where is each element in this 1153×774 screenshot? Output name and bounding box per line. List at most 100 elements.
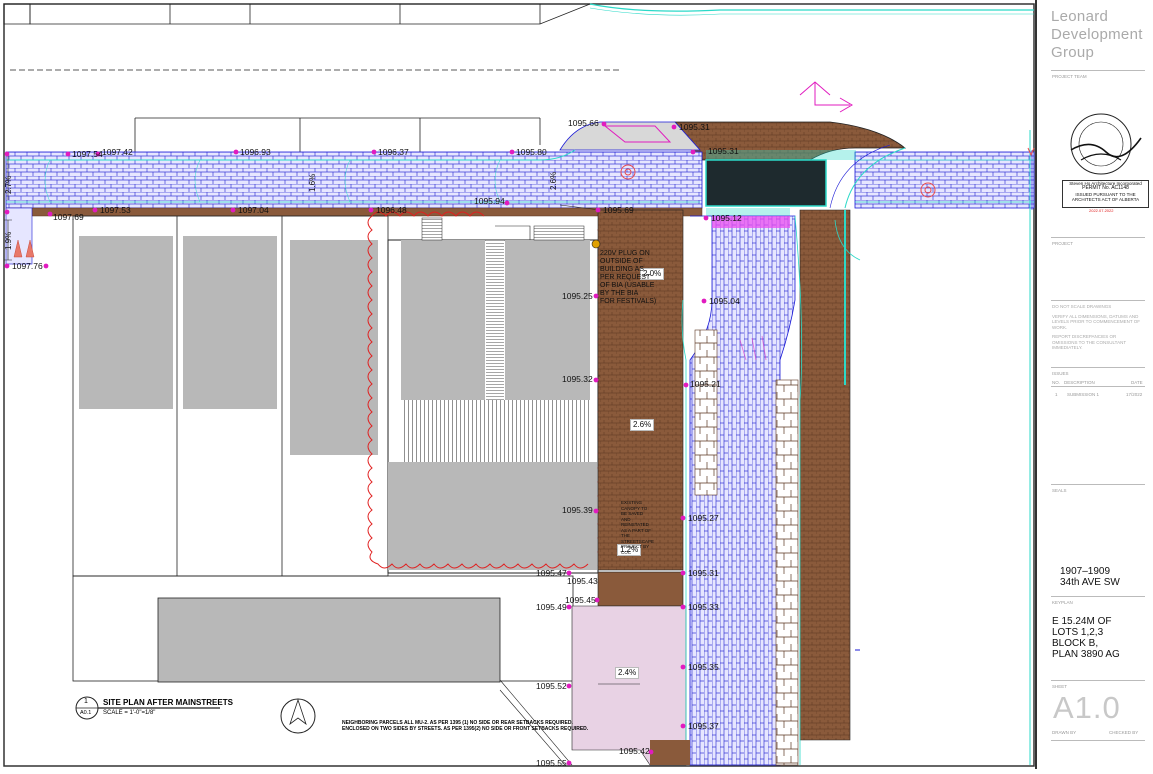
firm-name: Leonard Development Group: [1051, 8, 1143, 61]
elevation-label: 1096.37: [378, 147, 409, 157]
slope-label: 1.6%: [308, 173, 317, 192]
plug-note-line: BY THE BIA: [600, 290, 639, 297]
elevation-label: 1096.48: [376, 205, 407, 215]
project-label: PROJECT: [1052, 241, 1074, 246]
elevation-label: 1095.80: [516, 147, 547, 157]
elevation-label: 1095.31: [688, 568, 719, 578]
sheet-number: A1.0: [1053, 690, 1121, 725]
keyplan-label: KEYPLAN: [1052, 600, 1073, 605]
issues-col-desc: DESCRIPTION: [1064, 380, 1095, 385]
checked-by-label: CHECKED BY: [1109, 730, 1139, 735]
elevation-label: 1095.66: [568, 118, 599, 128]
divider: [1051, 596, 1145, 597]
drawn-by-label: DRAWN BY: [1052, 730, 1077, 735]
address-line: 1907–1909: [1060, 566, 1111, 577]
elevation-label: 1095.43: [567, 576, 598, 586]
property-lines: [134, 117, 541, 152]
view-title: SITE PLAN AFTER MAINSTREETS: [103, 698, 233, 707]
elevation-label: 1095.35: [688, 662, 719, 672]
stamp-date: 2022.07.2022: [1089, 208, 1114, 213]
elevation-label: 1095.12: [711, 213, 742, 223]
plug-note-line: 220V PLUG ON: [600, 250, 650, 257]
elevation-label: 1095.94: [474, 196, 505, 206]
plug-note-line: PER REQUEST: [600, 274, 651, 281]
elevation-label: 1095.49: [536, 602, 567, 612]
plug-symbol: [591, 239, 601, 249]
legal-line: PLAN 3890 AG: [1052, 649, 1120, 660]
issues-label: ISSUES: [1052, 371, 1069, 376]
legal-line: LOTS 1,2,3: [1052, 627, 1104, 638]
elevation-label: 1097.69: [53, 212, 84, 222]
legal-line: E 15.24M OF: [1052, 616, 1112, 627]
elevation-label: 1095.27: [688, 513, 719, 523]
plug-note-line: OF BIA (USABLE: [600, 282, 655, 289]
seals-label: SEALS: [1052, 488, 1067, 493]
slope-label: 2.6%: [549, 171, 558, 190]
divider: [1051, 484, 1145, 485]
plug-note-line: OUTSIDE OF: [600, 258, 643, 265]
zoning-note-line: ENCLOSED ON TWO SIDES BY STREETS. AS PER…: [342, 726, 589, 732]
divider: [1051, 237, 1145, 238]
view-scale: SCALE = 1'-0"=1/8": [103, 710, 156, 716]
existing-note: EXISTING CANOPY TO BE SAVED AND REINSTAT…: [621, 500, 654, 555]
issue-no: 1: [1055, 392, 1058, 397]
elevation-label: 1095.31: [679, 122, 710, 132]
divider: [1051, 300, 1145, 301]
disclaimer-line: IMMEDIATELY.: [1052, 345, 1083, 350]
divider: [1051, 680, 1145, 681]
elevation-label: 1097.53: [100, 205, 131, 215]
title-block: Leonard Development Group PROJECT TEAM S…: [1035, 0, 1153, 769]
legal-line: BLOCK B,: [1052, 638, 1099, 649]
slope-label: 2.6%: [630, 419, 655, 431]
plug-note-line: FOR FESTIVALS): [600, 298, 657, 305]
issues-col-date: DATE: [1131, 380, 1143, 385]
existing-note-line: COC: [621, 549, 631, 555]
elevation-label: 1095.21: [690, 379, 721, 389]
elevation-label: 1095.69: [603, 205, 634, 215]
elevation-label: 1095.37: [688, 721, 719, 731]
slope-label: 2.4%: [615, 667, 640, 679]
top-road: [3, 3, 1034, 71]
site-plan-drawing: 1095.66 1095.31 1097.54 1097.42 1096.93 …: [0, 0, 1035, 769]
traffic-arrow: [799, 81, 853, 113]
architect-seal: [1070, 113, 1142, 175]
elevation-label: 1095.42: [619, 746, 650, 756]
building-footprint: [387, 217, 599, 574]
view-number: 1: [84, 698, 88, 705]
divider: [1051, 386, 1145, 387]
issues-col-no: NO.: [1052, 380, 1061, 385]
elevation-label: 1097.76: [12, 261, 43, 271]
elevation-label: 1095.39: [562, 505, 593, 515]
elevation-label: 1097.04: [238, 205, 269, 215]
divider: [1051, 740, 1145, 741]
dark-crossing: [705, 159, 827, 207]
elevation-label: 1095.31: [708, 146, 739, 156]
site-plan-svg: [3, 3, 1035, 767]
existing-note-line: PROJECT BY: [621, 544, 650, 549]
elevation-label: 1096.93: [240, 147, 271, 157]
divider: [1051, 70, 1145, 71]
elevation-label: 1095.25: [562, 291, 593, 301]
elevation-label: 1095.45: [565, 595, 596, 605]
north-arrow: [280, 698, 316, 734]
sheet-label: SHEET: [1052, 684, 1068, 689]
elevation-label: 1097.42: [102, 147, 133, 157]
plug-note: 220V PLUG ON OUTSIDE OF BUILDING AS PER …: [600, 250, 656, 306]
elevation-label: 1095.33: [688, 602, 719, 612]
elevation-label: 1095.04: [709, 296, 740, 306]
stamp-line: ARCHITECTS ACT OF ALBERTA: [1071, 196, 1140, 202]
zoning-note: NEIGHBORING PARCELS ALL MU-2. AS PER 139…: [342, 720, 588, 732]
divider: [1051, 367, 1145, 368]
disclaimer-line: LEVELS PRIOR TO COMMENCEMENT OF: [1052, 319, 1141, 324]
view-sheet: A0.1: [80, 710, 92, 716]
elevation-label: 1095.55: [536, 758, 567, 768]
permit-stamp: Steven Ho Architecture Incorporated PERM…: [1062, 180, 1149, 208]
project-team-label: PROJECT TEAM: [1052, 74, 1087, 79]
plug-note-line: BUILDING AS: [600, 266, 644, 273]
address-line: 34th AVE SW: [1060, 577, 1120, 588]
elevation-label: 1097.54: [72, 149, 103, 159]
disclaimer: DO NOT SCALE DRAWINGS VERIFY ALL DIMENSI…: [1052, 304, 1140, 351]
slope-label: 1.9%: [4, 231, 13, 250]
issue-desc: SUBMISSION 1: [1067, 392, 1100, 397]
issue-date: 17/2022: [1126, 392, 1143, 397]
